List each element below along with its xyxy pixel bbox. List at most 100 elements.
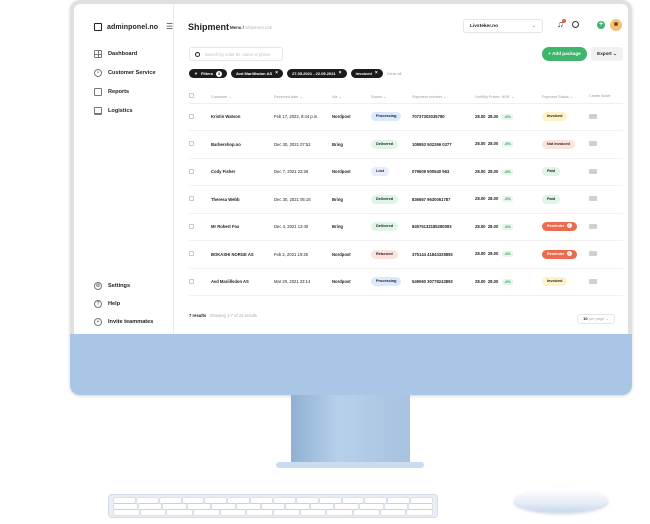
search-field[interactable] bbox=[189, 47, 283, 61]
grid-icon bbox=[94, 50, 102, 58]
column-header-payment-status[interactable]: Payment Status ⌄ bbox=[542, 90, 589, 104]
truck-icon bbox=[94, 107, 102, 115]
sidebar-item-settings[interactable]: ⚙ Settings bbox=[94, 282, 130, 290]
clear-all-link[interactable]: Clear all bbox=[387, 71, 402, 76]
status-badge: Lost bbox=[371, 167, 390, 177]
column-header-prices[interactable]: Unit/My Prices, NOK ⌄ bbox=[475, 90, 542, 104]
row-checkbox[interactable] bbox=[189, 251, 194, 257]
sidebar-item-logistics[interactable]: Logistics bbox=[94, 107, 133, 115]
select-all-checkbox[interactable] bbox=[189, 93, 194, 99]
status-badge: Delivered bbox=[371, 222, 399, 232]
payment-status-badge[interactable]: Reminder! bbox=[542, 249, 577, 259]
chevron-down-icon: ⌄ bbox=[531, 23, 536, 29]
filter-chip[interactable]: Avd Mariillsdon AS × bbox=[230, 69, 284, 78]
payment-status-badge[interactable]: Invoiced bbox=[542, 112, 568, 122]
unit-price: 28.00 bbox=[475, 251, 486, 257]
filter-chips: ▼ Filters 3 Avd Mariillsdon AS × 27.05.2… bbox=[189, 69, 401, 78]
sidebar-item-invite[interactable]: + Invite teammates bbox=[94, 318, 153, 326]
filter-chip[interactable]: 27.05.2021 - 22.05.2021 × bbox=[287, 69, 347, 78]
quick-add-button[interactable]: + bbox=[597, 21, 605, 29]
per-page-label: per page bbox=[588, 316, 605, 321]
status-badge: Returned bbox=[371, 249, 398, 259]
column-header-customer[interactable]: Customer ⌄ bbox=[211, 90, 274, 104]
row-checkbox[interactable] bbox=[189, 278, 194, 284]
ticket-icon[interactable] bbox=[589, 223, 597, 229]
sidebar-item-reports[interactable]: Reports bbox=[94, 88, 129, 96]
shipment-number-cell[interactable]: 549060 30778243893 bbox=[412, 268, 475, 296]
table-row[interactable]: Avd Mariillsdon AS Mar 20, 2021 23:14 Nord… bbox=[189, 268, 623, 296]
discount-badge: -6% bbox=[502, 251, 513, 258]
column-header-create-ticket: Create ticket bbox=[589, 90, 623, 104]
sidebar-item-dashboard[interactable]: Dashboard bbox=[94, 50, 137, 58]
discount-badge: -6% bbox=[502, 278, 513, 285]
ticket-icon[interactable] bbox=[589, 278, 597, 284]
payment-status-label: Reminder bbox=[547, 224, 565, 229]
monitor-stand bbox=[291, 395, 410, 466]
column-header-received-date[interactable]: Received date ⌄ bbox=[274, 90, 332, 104]
unit-price: 28.00 bbox=[475, 141, 486, 147]
close-icon[interactable]: × bbox=[275, 71, 278, 76]
my-price: 28.00 bbox=[487, 196, 499, 202]
received-date-cell: Dec 7, 2021 23:26 bbox=[274, 158, 332, 186]
table-row[interactable]: Cody Fisher Dec 7, 2021 23:26 Nordpost Lost… bbox=[189, 158, 623, 186]
menu-toggle-icon[interactable]: ☰ bbox=[166, 23, 173, 31]
row-checkbox[interactable] bbox=[189, 141, 194, 147]
sidebar-item-label: Customer Service bbox=[108, 70, 156, 76]
filters-button[interactable]: ▼ Filters 3 bbox=[189, 69, 227, 78]
lifebuoy-icon: • bbox=[94, 69, 102, 77]
table-row[interactable]: Mr Robert Fox Dec 4, 2021 13:40 Bring Deliv… bbox=[189, 213, 623, 241]
my-price: 28.00 bbox=[487, 141, 499, 147]
shipment-number-cell[interactable]: 836657 9630061787 bbox=[412, 185, 475, 214]
chevron-down-icon: ⌄ bbox=[605, 316, 609, 321]
avatar[interactable] bbox=[610, 19, 622, 31]
close-icon[interactable]: × bbox=[375, 71, 378, 76]
ticket-icon[interactable] bbox=[589, 251, 597, 257]
sidebar-item-customer-service[interactable]: • Customer Service bbox=[94, 69, 156, 77]
results-count: 7 results bbox=[189, 313, 207, 318]
per-page-select[interactable]: 10 per page ⌄ bbox=[577, 314, 615, 324]
filters-label: Filters bbox=[200, 71, 213, 76]
filter-chip[interactable]: Invoiced × bbox=[350, 69, 383, 78]
search-input[interactable] bbox=[205, 51, 281, 58]
table-row[interactable]: Barbershop.no Dec 30, 2021 07:52 Bring Deli… bbox=[189, 130, 623, 159]
top-bar: Shipment Menu / Shipment List Livsteker.… bbox=[174, 4, 628, 44]
payment-status-badge[interactable]: Not invoiced bbox=[542, 139, 575, 149]
shipment-number-cell[interactable]: 079609 500540 963 bbox=[412, 158, 475, 186]
close-icon[interactable]: × bbox=[339, 71, 342, 76]
mouse bbox=[514, 488, 608, 512]
column-header-via[interactable]: Via ⌄ bbox=[332, 90, 371, 104]
ticket-icon[interactable] bbox=[589, 168, 597, 174]
logo[interactable]: adminponel.no bbox=[94, 23, 158, 31]
ticket-icon[interactable] bbox=[589, 196, 597, 202]
shipment-number-cell[interactable]: 84575133185280093 bbox=[412, 213, 475, 241]
ticket-icon[interactable] bbox=[589, 113, 597, 119]
monitor-chin bbox=[70, 334, 632, 395]
column-header-status[interactable]: Status ⌄ bbox=[371, 90, 412, 104]
shipment-number-cell[interactable]: 70737303035780 bbox=[412, 103, 475, 131]
received-date-cell: Dec 30, 2021 05:18 bbox=[274, 185, 332, 214]
row-checkbox[interactable] bbox=[189, 196, 194, 202]
row-checkbox[interactable] bbox=[189, 168, 194, 174]
search-icon[interactable] bbox=[572, 21, 579, 28]
payment-status-badge[interactable]: Reminder! bbox=[542, 222, 577, 232]
row-checkbox-cell bbox=[189, 130, 211, 159]
payment-status-badge[interactable]: Invoiced bbox=[542, 277, 568, 287]
row-checkbox[interactable] bbox=[189, 113, 194, 119]
table-row[interactable]: Kristin Watson Feb 17, 2022, 9:44 p.m. Nor… bbox=[189, 103, 623, 131]
breadcrumb-parent[interactable]: Menu / bbox=[230, 25, 244, 30]
export-button[interactable]: Export ⌄ bbox=[591, 47, 623, 61]
sidebar-item-help[interactable]: ? Help bbox=[94, 300, 120, 308]
status-cell: Processing bbox=[371, 268, 412, 296]
shipment-number-cell[interactable]: 375144 41843329893 bbox=[412, 240, 475, 269]
row-checkbox[interactable] bbox=[189, 223, 194, 229]
column-header-shipment-number[interactable]: Shipment number ⌄ bbox=[412, 90, 475, 104]
payment-status-badge[interactable]: Paid bbox=[542, 194, 561, 204]
via-cell: Nordpost bbox=[332, 240, 371, 269]
payment-status-badge[interactable]: Paid bbox=[542, 167, 561, 177]
ticket-icon[interactable] bbox=[589, 141, 597, 147]
table-row[interactable]: Theresa Webb Dec 30, 2021 05:18 Bring Deliv… bbox=[189, 185, 623, 214]
account-select[interactable]: Livsteker.no ⌄ bbox=[463, 19, 543, 33]
table-row[interactable]: BOKASHI NORGE AS Feb 2, 2021 19:28 Nordpos… bbox=[189, 240, 623, 269]
shipment-number-cell[interactable]: 108953 502269 0377 bbox=[412, 130, 475, 159]
add-package-button[interactable]: + Add package bbox=[542, 47, 587, 61]
